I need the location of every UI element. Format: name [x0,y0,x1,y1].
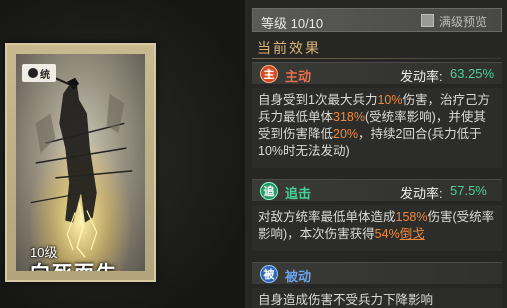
active-skill-icon: 主 [260,65,278,83]
active-rate-label: 发动率: [400,69,443,84]
desc-highlight: 158% [395,210,428,224]
chase-skill-header: 追 追击 发动率: 57.5% [252,179,502,201]
command-badge-text: 统 [40,69,50,81]
desc-highlight: 10% [377,93,403,107]
warrior-artwork [16,54,145,271]
passive-skill-description: 自身造成伤害不受兵力下降影响 [252,288,502,308]
chase-rate-label: 发动率: [400,186,443,201]
command-badge-icon [28,68,38,78]
active-rate-value: 63.25% [450,66,495,81]
level-label: 等级 10/10 [261,16,324,31]
section-divider [252,58,502,59]
command-badge: 统 [22,64,56,82]
passive-skill-type: 被动 [285,269,312,284]
active-skill-description: 自身受到1次最大兵力10%伤害，治疗己方兵力最低单体318%(受统率影响)，并使… [252,88,502,168]
passive-skill-icon: 被 [260,265,278,283]
active-skill-header: 主 主动 发动率: 63.25% [252,62,502,84]
active-skill-type: 主动 [285,69,312,84]
max-level-preview-checkbox[interactable] [421,14,434,27]
chase-rate-value: 57.5% [450,183,487,198]
desc-text: 对敌方统率最低单体造成 [258,210,396,224]
tactic-name: 向死而生 [30,257,118,271]
chase-skill-icon: 追 [260,182,278,200]
desc-highlight: 20% [333,127,359,141]
current-effect-title: 当前效果 [257,40,321,56]
active-skill-icon-char: 主 [263,69,275,81]
card-artwork-frame: 统 10级 向死而生 [16,54,145,271]
passive-skill-header: 被 被动 [252,262,502,284]
chase-skill-description: 对敌方统率最低单体造成158%伤害(受统率影响)，本次伤害获得54%倒戈 [252,205,502,251]
desc-text: 自身造成伤害不受兵力下降影响 [258,293,434,307]
desc-highlight: 318% [333,110,365,124]
desc-link-defection[interactable]: 倒戈 [400,227,425,241]
desc-highlight: 54% [374,227,400,241]
chase-skill-type: 追击 [285,186,312,201]
chase-skill-icon-char: 追 [263,186,275,198]
passive-skill-icon-char: 被 [263,269,275,281]
tactic-card[interactable]: 统 10级 向死而生 [5,43,156,282]
max-level-preview-label[interactable]: 满级预览 [439,13,487,30]
desc-text: 自身受到1次最大兵力 [258,93,378,107]
level-bar: 等级 10/10 满级预览 [252,8,502,32]
